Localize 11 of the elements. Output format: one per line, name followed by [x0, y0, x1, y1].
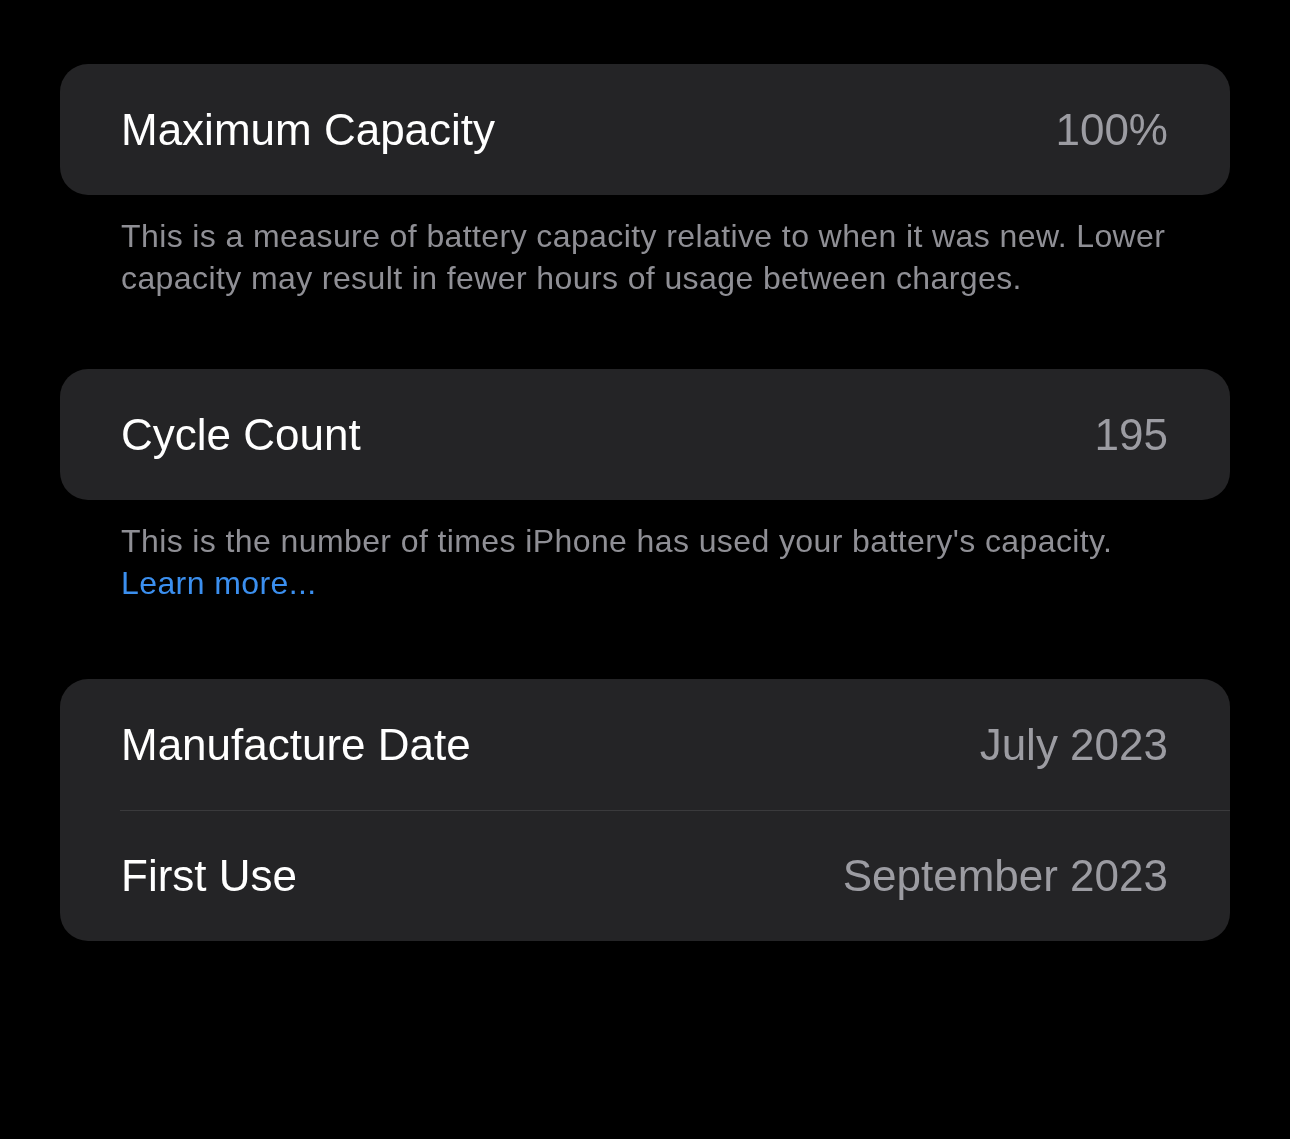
row-value: July 2023	[979, 719, 1168, 770]
row-value: September 2023	[842, 850, 1168, 901]
footer-text: This is the number of times iPhone has used your battery's capacity. Learn more...	[121, 522, 1114, 603]
row-label: First Use	[121, 850, 297, 901]
row-label: Cycle Count	[121, 409, 361, 460]
row-value: 195	[1094, 409, 1168, 460]
row-value: 100%	[1055, 104, 1168, 155]
row-label: Manufacture Date	[121, 719, 471, 770]
learn-more-link[interactable]: Learn more...	[121, 565, 317, 601]
footer-text: This is a measure of battery capacity relative to when it was new. Lower capacity may result in fewer hours of usage between charges.	[121, 217, 1167, 298]
row-label: Maximum Capacity	[121, 104, 496, 155]
